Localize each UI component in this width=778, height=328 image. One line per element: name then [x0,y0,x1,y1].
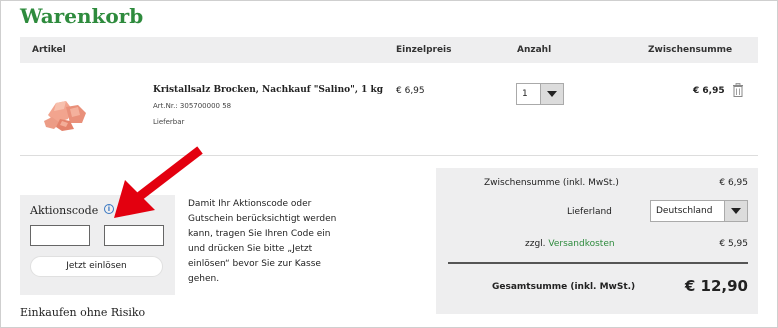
country-select[interactable]: Deutschland [650,200,748,222]
product-name-link[interactable]: Kristallsalz Brocken, Nachkauf "Salino",… [153,85,383,95]
summary-subtotal-label: Zwischensumme (inkl. MwSt.) [484,178,619,188]
page-title: Warenkorb [20,4,144,28]
shipping-row: zzgl. Versandkosten [525,239,615,249]
header-subtotal: Zwischensumme [648,45,733,55]
salt-crystals-image[interactable] [42,93,90,133]
summary-subtotal-value: € 6,95 [719,178,748,188]
quantity-select[interactable]: 1 [516,83,564,105]
total-label: Gesamtsumme (inkl. MwSt.) [492,282,636,292]
row-subtotal: € 6,95 [693,86,725,96]
shipping-value: € 5,95 [719,239,748,249]
promo-description: Damit Ihr Aktionscode oder Gutschein ber… [188,199,337,284]
promo-code-label: Aktionscode [30,204,99,217]
country-value: Deutschland [656,206,713,216]
shipping-prefix: zzgl. [525,239,546,249]
product-sku: Art.Nr.: 305700000 58 [153,102,232,110]
availability-status: Lieferbar [153,118,185,126]
header-quantity: Anzahl [517,45,552,55]
order-summary-panel: Zwischensumme (inkl. MwSt.) € 6,95 Liefe… [436,168,758,314]
chevron-down-icon[interactable] [540,84,563,104]
country-label: Lieferland [567,207,612,217]
trash-icon[interactable] [732,83,744,97]
risk-free-heading: Einkaufen ohne Risiko [20,306,146,319]
info-icon[interactable]: i [104,204,114,214]
quantity-value: 1 [522,89,528,99]
total-value: € 12,90 [684,277,748,295]
header-article: Artikel [32,45,66,55]
promo-code-panel: Aktionscode i Jetzt einlösen [20,195,175,295]
unit-price: € 6,95 [396,86,425,96]
cart-row: Kristallsalz Brocken, Nachkauf "Salino",… [20,63,758,156]
shipping-costs-link[interactable]: Versandkosten [548,239,614,249]
cart-table-header: Artikel Einzelpreis Anzahl Zwischensumme [20,37,758,63]
promo-code-input-1[interactable] [30,225,90,246]
summary-divider [448,262,748,264]
chevron-down-icon[interactable] [724,201,747,221]
promo-code-input-2[interactable] [104,225,164,246]
redeem-button[interactable]: Jetzt einlösen [30,256,163,277]
header-unit-price: Einzelpreis [396,45,452,55]
